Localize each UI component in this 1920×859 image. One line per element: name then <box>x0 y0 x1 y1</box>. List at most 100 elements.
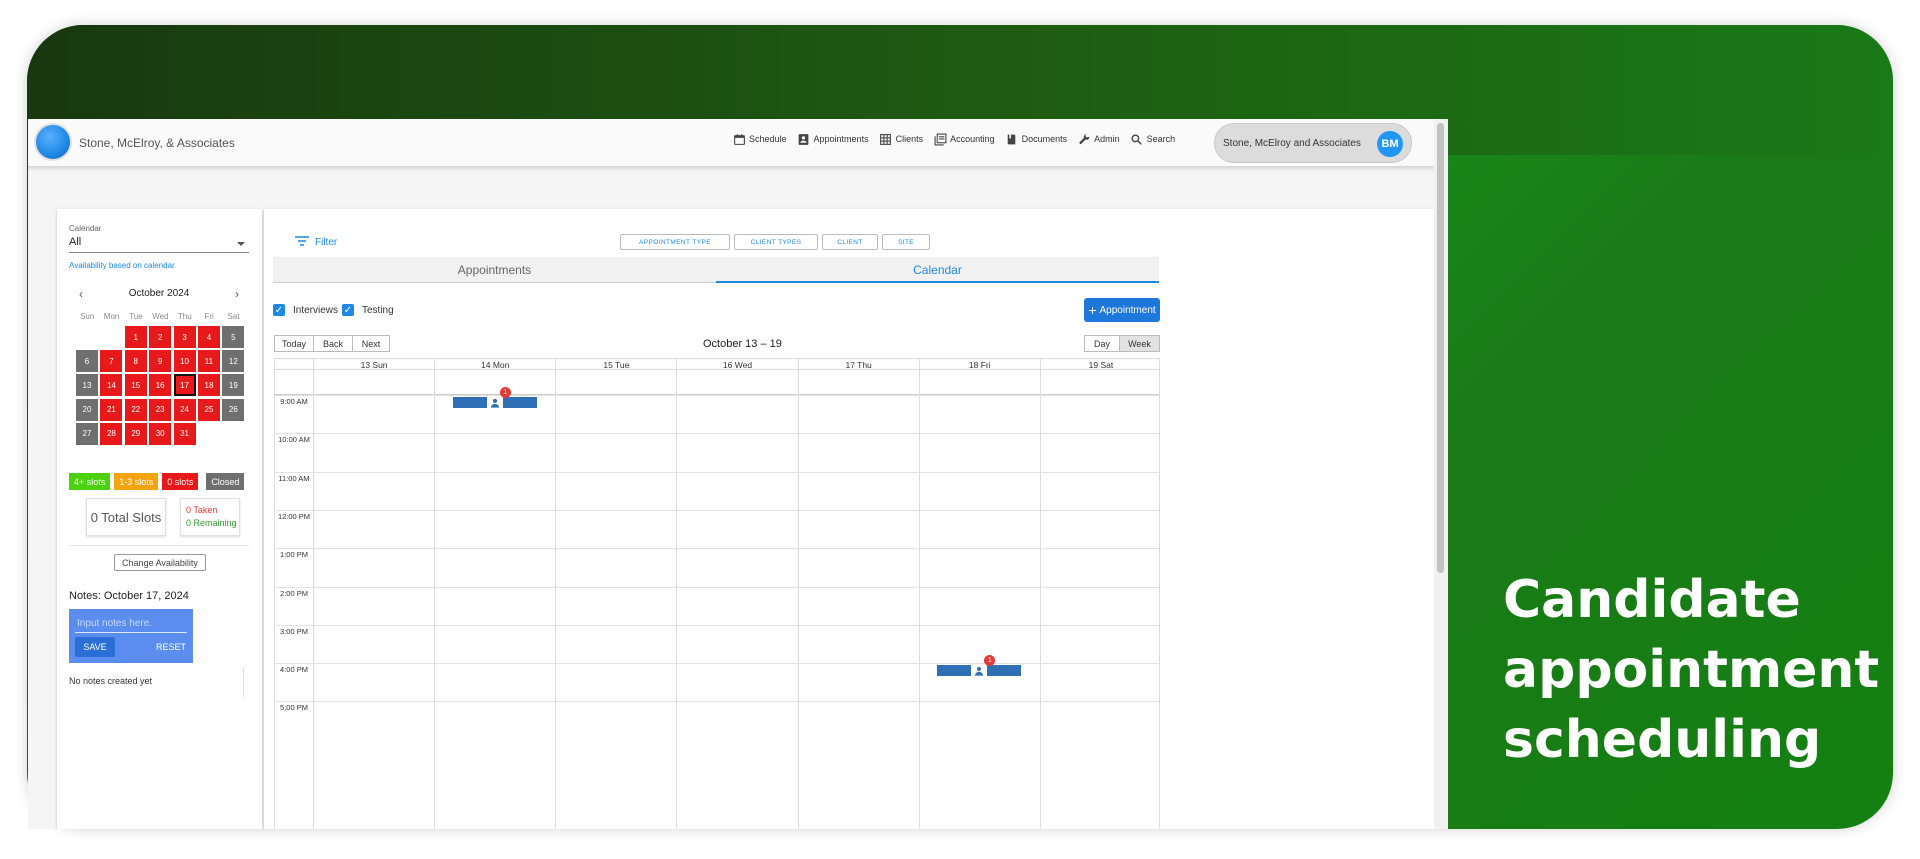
today-button[interactable]: Today <box>274 335 314 352</box>
day-column-header[interactable]: 15 Tue <box>555 358 677 370</box>
calendar-day-8[interactable]: 8 <box>124 350 147 373</box>
chip-client[interactable]: CLIENT <box>822 234 878 250</box>
date-range-label: October 13 – 19 <box>703 338 782 350</box>
page-scrollbar[interactable] <box>1434 119 1448 829</box>
calendar-day-9[interactable]: 9 <box>149 350 172 373</box>
appointment-event[interactable]: 1 <box>452 387 537 408</box>
reset-notes-button[interactable]: RESET <box>153 637 189 657</box>
calendar-select-value: All <box>69 236 82 248</box>
nav-accounting-label: Accounting <box>950 134 995 144</box>
tab-appointments[interactable]: Appointments <box>273 257 716 282</box>
notes-scrollbar[interactable] <box>243 667 249 697</box>
chevron-right-icon[interactable]: › <box>235 287 239 301</box>
calendar-day-18[interactable]: 18 <box>197 374 220 397</box>
testing-checkbox[interactable]: ✓ Testing <box>342 304 394 316</box>
calendar-day-25[interactable]: 25 <box>197 398 220 421</box>
nav-documents[interactable]: Documents <box>1005 132 1068 146</box>
chip-client-types[interactable]: CLIENT TYPES <box>734 234 818 250</box>
calendar-day-11[interactable]: 11 <box>197 350 220 373</box>
view-tabs: Appointments Calendar <box>273 257 1159 283</box>
nav-clients-label: Clients <box>895 134 924 144</box>
wrench-icon <box>1077 132 1091 146</box>
page-scrollbar-thumb[interactable] <box>1437 123 1444 573</box>
event-bar <box>452 397 487 408</box>
account-chip[interactable]: Stone, McElroy and Associates BM <box>1214 123 1412 163</box>
nav-clients[interactable]: Clients <box>879 132 924 146</box>
time-slot-label: 5:00 PM <box>280 703 308 713</box>
calendar-day-23[interactable]: 23 <box>149 398 172 421</box>
hour-row-line <box>275 586 1159 588</box>
app-window: Stone, McElroy, & Associates Schedule Ap… <box>28 119 1448 829</box>
all-day-row[interactable] <box>275 370 1159 395</box>
notes-input[interactable]: Input notes here. <box>75 615 187 633</box>
main-nav: Schedule Appointments Clients Accounting… <box>732 132 1175 146</box>
save-notes-button[interactable]: SAVE <box>75 637 115 657</box>
hour-row-line <box>275 624 1159 626</box>
next-button[interactable]: Next <box>352 335 390 352</box>
calendar-day-31[interactable]: 31 <box>173 422 196 445</box>
nav-schedule[interactable]: Schedule <box>732 132 787 146</box>
nav-documents-label: Documents <box>1021 134 1068 144</box>
calendar-select[interactable]: All <box>69 236 249 253</box>
day-column-header[interactable]: 16 Wed <box>676 358 798 370</box>
taken-count: 0 Taken <box>186 505 218 515</box>
calendar-day-19[interactable]: 19 <box>222 374 245 397</box>
calendar-day-21[interactable]: 21 <box>100 398 123 421</box>
calendar-day-2[interactable]: 2 <box>149 326 172 348</box>
weekday-label: Sat <box>227 312 240 321</box>
weekday-label: Wed <box>152 312 169 321</box>
chip-appointment-type[interactable]: APPOINTMENT TYPE <box>620 234 730 250</box>
nav-search[interactable]: Search <box>1130 132 1175 146</box>
interviews-checkbox[interactable]: ✓ Interviews <box>273 304 338 316</box>
calendar-day-16[interactable]: 16 <box>149 374 172 397</box>
week-view-button[interactable]: Week <box>1119 335 1160 352</box>
calendar-icon <box>732 132 746 146</box>
calendar-day-27[interactable]: 27 <box>76 422 98 445</box>
divider <box>69 545 249 546</box>
day-column-header[interactable]: 13 Sun <box>313 358 435 370</box>
calendar-day-28[interactable]: 28 <box>100 422 123 445</box>
calendar-day-1[interactable]: 1 <box>124 326 147 348</box>
day-column-header[interactable]: 18 Fri <box>918 358 1040 370</box>
filter-button[interactable]: Filter <box>295 236 337 249</box>
calendar-day-7[interactable]: 7 <box>100 350 123 373</box>
weekday-label: Mon <box>103 312 120 321</box>
back-button[interactable]: Back <box>313 335 353 352</box>
calendar-day-17[interactable]: 17 <box>173 374 196 397</box>
tab-calendar[interactable]: Calendar <box>716 257 1159 283</box>
day-column-header[interactable]: 17 Thu <box>797 358 919 370</box>
calendar-day-6[interactable]: 6 <box>76 350 98 373</box>
calendar-day-14[interactable]: 14 <box>100 374 123 397</box>
time-slot-label: 9:00 AM <box>280 397 308 406</box>
calendar-day-26[interactable]: 26 <box>222 398 245 421</box>
calendar-day-5[interactable]: 5 <box>222 326 245 348</box>
calendar-day-empty <box>100 326 122 348</box>
calendar-day-3[interactable]: 3 <box>173 326 196 348</box>
calendar-day-22[interactable]: 22 <box>124 398 147 421</box>
add-appointment-button[interactable]: + Appointment <box>1084 298 1160 322</box>
calendar-day-4[interactable]: 4 <box>197 326 220 348</box>
calendar-day-24[interactable]: 24 <box>173 398 196 421</box>
calendar-day-20[interactable]: 20 <box>76 398 98 421</box>
nav-admin[interactable]: Admin <box>1077 132 1120 146</box>
firm-logo[interactable] <box>34 123 72 161</box>
day-column-header[interactable]: 19 Sat <box>1039 358 1159 370</box>
calendar-day-29[interactable]: 29 <box>124 422 147 445</box>
calendar-day-15[interactable]: 15 <box>124 374 147 397</box>
appointment-event[interactable]: 1 <box>937 655 1022 677</box>
time-slot-label: 11:00 AM <box>278 473 310 483</box>
checkbox-checked-icon: ✓ <box>273 304 285 316</box>
availability-note: Availability based on calendar <box>69 261 175 270</box>
nav-appointments[interactable]: Appointments <box>797 132 869 146</box>
calendar-day-10[interactable]: 10 <box>173 350 196 373</box>
time-slot-label: 1:00 PM <box>280 550 308 560</box>
column-divider <box>918 358 920 829</box>
nav-accounting[interactable]: Accounting <box>933 132 995 146</box>
day-column-header[interactable]: 14 Mon <box>434 358 556 370</box>
calendar-day-13[interactable]: 13 <box>76 374 98 397</box>
day-view-button[interactable]: Day <box>1084 335 1120 352</box>
calendar-day-30[interactable]: 30 <box>149 422 172 445</box>
calendar-day-12[interactable]: 12 <box>222 350 245 373</box>
chip-site[interactable]: SITE <box>882 234 930 250</box>
change-availability-button[interactable]: Change Availability <box>114 554 206 571</box>
